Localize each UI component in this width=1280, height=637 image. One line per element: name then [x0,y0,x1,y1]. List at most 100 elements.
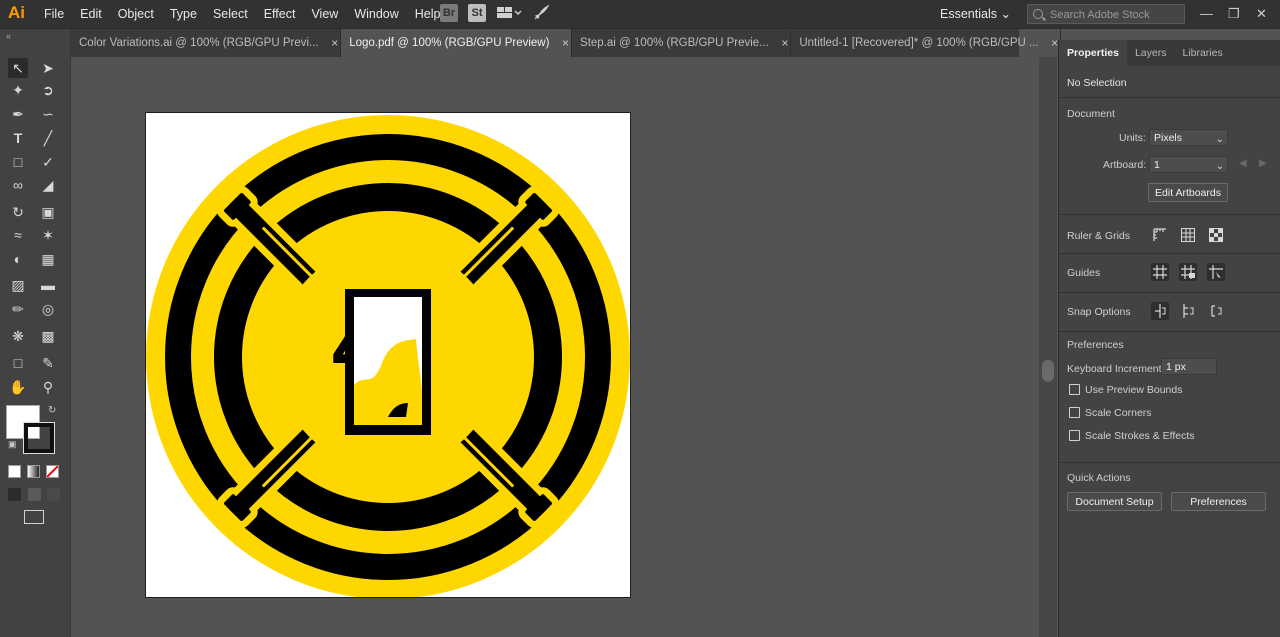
maximize-icon[interactable]: ❐ [1228,6,1240,22]
slice-tool-icon[interactable]: ✎ [38,353,58,373]
show-guides-icon[interactable] [1151,263,1169,281]
column-graph-tool-icon[interactable]: ▩ [38,326,58,346]
menu-object[interactable]: Object [110,0,162,28]
scale-tool-icon[interactable]: ▣ [38,202,58,222]
scale-corners-checkbox[interactable] [1069,407,1080,418]
paintbrush-tool-icon[interactable]: ✓ [38,152,58,172]
artboard[interactable]: 4 [145,112,631,599]
chevron-down-icon: ⌄ [1000,7,1011,21]
previous-artboard-icon[interactable]: ◀ [1239,158,1247,169]
tab-close-icon[interactable]: × [331,29,338,57]
snap-to-point-icon[interactable] [1151,302,1169,320]
menu-select[interactable]: Select [205,0,256,28]
close-icon[interactable]: ✕ [1256,6,1267,22]
eyedropper-tool-icon[interactable]: ✏ [8,299,28,319]
shape-builder-tool-icon[interactable]: ◐ [8,249,28,269]
keyboard-increment-field[interactable]: 1 px [1161,358,1217,375]
draw-behind-icon[interactable] [28,488,41,501]
blend-tool-icon[interactable]: ◎ [38,299,58,319]
snap-to-pixel-icon[interactable] [1179,302,1197,320]
units-dropdown[interactable]: Pixels ⌄ [1149,129,1228,146]
menu-window[interactable]: Window [346,0,406,28]
arrange-documents-icon[interactable] [496,5,522,21]
bridge-icon[interactable]: Br [440,4,458,22]
line-tool-icon[interactable]: ╱ [38,128,58,148]
snap-to-glyph-icon[interactable] [1207,302,1225,320]
tab-untitled[interactable]: Untitled-1 [Recovered]* @ 100% (RGB/GPU … [791,29,1062,57]
tab-layers[interactable]: Layers [1127,40,1175,66]
minimize-icon[interactable]: — [1200,6,1213,21]
menu-type[interactable]: Type [162,0,205,28]
lock-guides-icon[interactable] [1179,263,1197,281]
artboard-tool-icon[interactable]: □ [8,353,28,373]
lasso-tool-icon[interactable]: ➲ [38,80,58,100]
change-screen-mode-icon[interactable] [24,510,44,524]
tab-color-variations[interactable]: Color Variations.ai @ 100% (RGB/GPU Prev… [71,29,342,57]
scrollbar-thumb[interactable] [1042,360,1054,382]
zoom-tool-icon[interactable]: ⚲ [38,377,58,397]
rulers-icon[interactable] [1151,226,1169,244]
vertical-scrollbar[interactable] [1039,57,1057,637]
preferences-button[interactable]: Preferences [1171,492,1266,511]
menu-view[interactable]: View [303,0,346,28]
width-tool-icon[interactable]: ≈ [8,225,28,245]
collapse-panel-icon[interactable]: « [6,31,11,41]
perspective-grid-tool-icon[interactable]: ▦ [38,249,58,269]
scale-strokes-checkbox[interactable] [1069,430,1080,441]
tab-logo[interactable]: Logo.pdf @ 100% (RGB/GPU Preview) × [341,29,573,57]
menu-edit[interactable]: Edit [72,0,110,28]
ruler-grids-section: Ruler & Grids [1059,214,1280,253]
rectangle-tool-icon[interactable]: □ [8,152,28,172]
smart-guides-icon[interactable] [1207,263,1225,281]
quick-actions-section: Quick Actions Document Setup Preferences [1059,462,1280,523]
tab-close-icon[interactable]: × [781,29,788,57]
tools-panel: « ↖ ➤ ✦ ➲ ✒ ∽ T ╱ □ ✓ ∞ ◢ ↻ ▣ ≈ ✶ ◐ ▦ ▨ … [0,29,71,637]
default-fill-stroke-icon[interactable]: ▣ [8,439,17,450]
next-artboard-icon[interactable]: ▶ [1259,158,1267,169]
tab-properties[interactable]: Properties [1059,40,1127,66]
tab-label: Color Variations.ai @ 100% (RGB/GPU Prev… [79,37,319,49]
shaper-tool-icon[interactable]: ∞ [8,175,28,195]
transparency-grid-icon[interactable] [1207,226,1225,244]
type-tool-icon[interactable]: T [8,128,28,148]
puppet-warp-tool-icon[interactable]: ✶ [38,225,58,245]
search-icon [1033,9,1043,19]
search-input[interactable]: Search Adobe Stock [1027,4,1185,24]
workspace-switcher[interactable]: Essentials ⌄ [940,6,1011,21]
curvature-tool-icon[interactable]: ∽ [38,104,58,124]
menu-file[interactable]: File [36,0,72,28]
stock-icon[interactable]: St [468,4,486,22]
document-setup-button[interactable]: Document Setup [1067,492,1162,511]
direct-selection-tool-icon[interactable]: ➤ [38,58,58,78]
draw-inside-icon[interactable] [47,488,60,501]
tab-libraries[interactable]: Libraries [1174,40,1230,66]
selection-tool-icon[interactable]: ↖ [8,58,28,78]
draw-normal-icon[interactable] [8,488,21,501]
gradient-mode-icon[interactable] [27,465,40,478]
menu-effect[interactable]: Effect [256,0,304,28]
workspace-label: Essentials [940,7,997,21]
stroke-swatch[interactable] [23,422,55,454]
snap-options-label: Snap Options [1067,306,1131,318]
mesh-tool-icon[interactable]: ▨ [8,275,28,295]
eraser-tool-icon[interactable]: ◢ [38,175,58,195]
artboard-value: 1 [1154,159,1160,171]
color-mode-icon[interactable] [8,465,21,478]
tab-step[interactable]: Step.ai @ 100% (RGB/GPU Previe... × [572,29,792,57]
hand-tool-icon[interactable]: ✋ [8,377,28,397]
swap-fill-stroke-icon[interactable]: ↻ [48,405,56,416]
artboard-dropdown[interactable]: 1 ⌄ [1149,156,1228,173]
pen-tool-icon[interactable]: ✒ [8,104,28,124]
none-mode-icon[interactable] [46,465,59,478]
grid-icon[interactable] [1179,226,1197,244]
canvas-area[interactable]: 4 [71,57,1039,637]
logo-artwork[interactable]: 4 [146,113,630,599]
use-preview-bounds-checkbox[interactable] [1069,384,1080,395]
tab-close-icon[interactable]: × [562,29,569,57]
gradient-tool-icon[interactable]: ▬ [38,275,58,295]
edit-artboards-button[interactable]: Edit Artboards [1148,183,1228,202]
rotate-tool-icon[interactable]: ↻ [8,202,28,222]
symbol-sprayer-tool-icon[interactable]: ❋ [8,326,28,346]
gpu-rocket-icon[interactable] [532,4,550,22]
magic-wand-tool-icon[interactable]: ✦ [8,80,28,100]
